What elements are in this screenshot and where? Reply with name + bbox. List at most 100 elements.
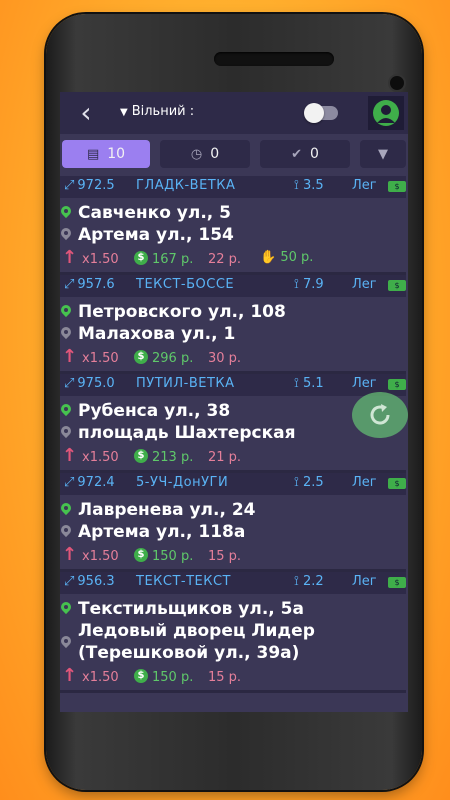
route-icon: ⟟ <box>294 574 303 589</box>
order-card[interactable]: ⤢ 972.4 5-УЧ-ДонУГИ ⟟ 2.5 Лег $ Лавренева… <box>60 473 406 572</box>
order-multiplier: x1.50 <box>82 450 119 465</box>
order-sum: 150 р. <box>152 670 194 685</box>
status-label: Вільний : <box>131 104 195 119</box>
caret-down-icon: ▼ <box>120 107 128 118</box>
pickup-pin-icon <box>61 503 71 517</box>
order-distance: 972.5 <box>77 178 115 193</box>
surge-arrow-icon: ↑ <box>62 346 78 367</box>
refresh-button[interactable] <box>352 392 408 438</box>
tab-completed[interactable]: ✔ 0 <box>260 140 350 168</box>
orders-list: ⤢ 972.5 ГЛАДК-ВЕТКА ⟟ 3.5 Лег $ Савченко … <box>60 176 408 693</box>
dollar-icon: $ <box>134 251 148 265</box>
pickup-pin-icon <box>61 305 71 319</box>
order-header: ⤢ 957.6 ТЕКСТ-БОССЕ ⟟ 7.9 Лег $ <box>60 275 406 297</box>
order-tariff: Лег <box>352 376 377 391</box>
surge-arrow-icon: ↑ <box>62 247 78 268</box>
order-card[interactable]: ⤢ 957.6 ТЕКСТ-БОССЕ ⟟ 7.9 Лег $ Петровско… <box>60 275 406 374</box>
order-zone: ТЕКСТ-БОССЕ <box>136 277 235 292</box>
cash-icon: $ <box>388 478 406 489</box>
order-sum: 296 р. <box>152 351 194 366</box>
order-zone: ТЕКСТ-ТЕКСТ <box>136 574 231 589</box>
route-icon: ⟟ <box>294 376 303 391</box>
order-card[interactable]: ⤢ 956.3 ТЕКСТ-ТЕКСТ ⟟ 2.2 Лег $ Текстильщ… <box>60 572 406 693</box>
tab-filter[interactable]: ▼ <box>360 140 406 168</box>
status-toggle[interactable] <box>304 103 338 123</box>
order-multiplier: x1.50 <box>82 252 119 267</box>
order-multiplier: x1.50 <box>82 670 119 685</box>
order-header: ⤢ 975.0 ПУТИЛ-ВЕТКА ⟟ 5.1 Лег $ <box>60 374 406 396</box>
distance-arrow-icon: ⤢ <box>64 475 75 490</box>
order-prices: ↑ x1.50 $ 213 р. 21 р. <box>60 444 406 470</box>
speaker-grille <box>214 52 334 66</box>
order-prices: ↑ x1.50 $ 296 р. 30 р. <box>60 345 406 371</box>
order-tariff: Лег <box>352 178 377 193</box>
order-sum: 167 р. <box>152 252 194 267</box>
order-sum: 213 р. <box>152 450 194 465</box>
order-route-km: 2.2 <box>302 574 324 589</box>
order-min-price: 15 р. <box>208 549 242 564</box>
tab-completed-count: 0 <box>309 146 319 162</box>
dropoff-pin-icon <box>61 636 71 650</box>
surge-arrow-icon: ↑ <box>62 544 78 565</box>
clock-icon: ◷ <box>190 146 203 162</box>
profile-button[interactable] <box>368 96 404 130</box>
pickup-pin-icon <box>61 404 71 418</box>
dropoff-address: Артема ул., 154 <box>60 224 406 246</box>
pickup-pin-icon <box>61 206 71 220</box>
dropoff-address: Артема ул., 118а <box>60 521 406 543</box>
distance-arrow-icon: ⤢ <box>64 376 75 391</box>
order-card[interactable]: ⤢ 972.5 ГЛАДК-ВЕТКА ⟟ 3.5 Лег $ Савченко … <box>60 176 406 275</box>
order-zone: ПУТИЛ-ВЕТКА <box>136 376 235 391</box>
refresh-icon <box>370 404 390 425</box>
order-tariff: Лег <box>352 277 377 292</box>
pickup-address: Лавренева ул., 24 <box>60 499 406 521</box>
dropoff-address: Малахова ул., 1 <box>60 323 406 345</box>
tab-orders[interactable]: ▤ 10 <box>62 140 150 168</box>
tab-scheduled-count: 0 <box>210 146 220 162</box>
distance-arrow-icon: ⤢ <box>64 277 75 292</box>
dollar-icon: $ <box>134 350 148 364</box>
cash-icon: $ <box>388 379 406 390</box>
order-distance: 957.6 <box>77 277 115 292</box>
order-distance: 975.0 <box>77 376 115 391</box>
route-icon: ⟟ <box>294 277 303 292</box>
distance-arrow-icon: ⤢ <box>64 178 75 193</box>
order-route-km: 2.5 <box>302 475 324 490</box>
back-arrow-icon: ‹ <box>80 96 92 129</box>
dropoff-pin-icon <box>61 426 71 440</box>
surge-arrow-icon: ↑ <box>62 665 78 686</box>
cash-icon: $ <box>388 181 406 192</box>
tab-orders-count: 10 <box>107 146 126 162</box>
order-tariff: Лег <box>352 475 377 490</box>
top-bar: ‹ ▼ Вільний : <box>60 92 408 134</box>
route-icon: ⟟ <box>294 475 303 490</box>
order-prices: ↑ x1.50 $ 150 р. 15 р. <box>60 664 406 690</box>
front-camera <box>388 74 406 92</box>
filter-icon: ▼ <box>378 146 388 162</box>
order-tabs: ▤ 10 ◷ 0 ✔ 0 ▼ <box>60 140 408 170</box>
tab-scheduled[interactable]: ◷ 0 <box>160 140 250 168</box>
cash-icon: $ <box>388 577 406 588</box>
status-dropdown[interactable]: ▼ Вільний : <box>120 102 194 123</box>
toggle-knob <box>304 103 324 123</box>
back-button[interactable]: ‹ <box>64 96 108 130</box>
surge-arrow-icon: ↑ <box>62 445 78 466</box>
pickup-pin-icon <box>61 602 71 616</box>
distance-arrow-icon: ⤢ <box>64 574 75 589</box>
order-header: ⤢ 972.5 ГЛАДК-ВЕТКА ⟟ 3.5 Лег $ <box>60 176 406 198</box>
pickup-address: Петровского ул., 108 <box>60 301 406 323</box>
order-min-price: 21 р. <box>208 450 242 465</box>
order-prices: ↑ x1.50 $ 167 р. 22 р. ✋ 50 р. <box>60 246 406 272</box>
check-icon: ✔ <box>291 146 302 162</box>
pickup-address: Савченко ул., 5 <box>60 202 406 224</box>
order-zone: 5-УЧ-ДонУГИ <box>136 475 229 490</box>
pickup-address: Текстильщиков ул., 5а <box>60 598 406 620</box>
order-route-km: 5.1 <box>302 376 324 391</box>
user-avatar-icon <box>373 100 399 126</box>
order-bonus: 50 р. <box>280 250 314 265</box>
order-tariff: Лег <box>352 574 377 589</box>
dropoff-pin-icon <box>61 525 71 539</box>
dollar-icon: $ <box>134 449 148 463</box>
order-distance: 956.3 <box>77 574 115 589</box>
order-header: ⤢ 972.4 5-УЧ-ДонУГИ ⟟ 2.5 Лег $ <box>60 473 406 495</box>
